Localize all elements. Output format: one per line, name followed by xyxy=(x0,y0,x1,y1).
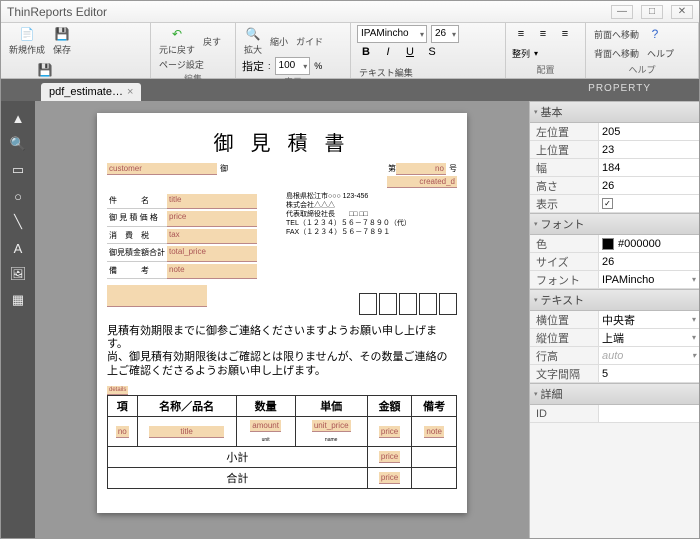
prop-fontsize[interactable]: 26 xyxy=(598,253,699,270)
ellipse-tool[interactable]: ○ xyxy=(1,183,35,209)
zoomin-button[interactable]: 🔍拡大 xyxy=(242,25,264,57)
property-panel-title: PROPERTY xyxy=(578,79,691,98)
guide-button[interactable]: ガイド xyxy=(294,34,325,49)
date-field[interactable]: created_d xyxy=(387,176,457,188)
prop-top[interactable]: 23 xyxy=(598,141,699,158)
prop-color[interactable]: #000000 xyxy=(598,235,699,252)
window-title: ThinReports Editor xyxy=(7,5,107,19)
document-tab[interactable]: pdf_estimate…× xyxy=(41,83,141,101)
pointer-tool[interactable]: ▲ xyxy=(1,105,35,131)
minimize-button[interactable]: ― xyxy=(611,5,633,19)
maximize-button[interactable]: □ xyxy=(641,5,663,19)
prop-lineheight[interactable]: auto xyxy=(598,347,699,364)
customer-field[interactable]: customer xyxy=(107,163,217,175)
section-basic[interactable]: 基本 xyxy=(530,101,699,123)
line-tool[interactable]: ╲ xyxy=(1,209,35,235)
zoomout-button[interactable]: 縮小 xyxy=(268,34,290,49)
image-tool[interactable]: 🖼 xyxy=(1,261,35,287)
strike-button[interactable]: S xyxy=(423,43,441,61)
text-tool[interactable]: A xyxy=(1,235,35,261)
prop-halign[interactable]: 中央寄 xyxy=(598,311,699,328)
stamp-boxes xyxy=(359,293,457,315)
undo-button[interactable]: ↶元に戻す xyxy=(157,25,197,57)
section-font[interactable]: フォント xyxy=(530,213,699,235)
close-button[interactable]: ✕ xyxy=(671,5,693,19)
note-box[interactable] xyxy=(107,285,207,307)
section-text[interactable]: テキスト xyxy=(530,289,699,311)
underline-button[interactable]: U xyxy=(401,43,419,61)
bold-button[interactable]: B xyxy=(357,43,375,61)
prop-valign[interactable]: 上端 xyxy=(598,329,699,346)
field-title[interactable]: title xyxy=(167,194,257,209)
font-select[interactable]: IPAMincho xyxy=(357,25,427,43)
group-align-label: 配置 xyxy=(512,63,579,76)
field-note[interactable]: note xyxy=(167,264,257,279)
field-total_price[interactable]: total_price xyxy=(167,246,257,261)
help-button[interactable]: ? xyxy=(645,25,665,43)
italic-button[interactable]: I xyxy=(379,43,397,61)
new-button[interactable]: 📄新規作成 xyxy=(7,25,47,57)
prop-left[interactable]: 205 xyxy=(598,123,699,140)
company-address: 島根県松江市○○○ 123-456株式会社△△△代表取締役社長 □□ □□TEL… xyxy=(286,192,457,281)
pagesetup-button[interactable]: ページ設定 xyxy=(157,57,206,72)
prop-height[interactable]: 26 xyxy=(598,177,699,194)
rect-tool[interactable]: ▭ xyxy=(1,157,35,183)
align-left-button[interactable]: ≡ xyxy=(512,25,530,43)
save-button[interactable]: 💾保存 xyxy=(51,25,73,57)
field-tax[interactable]: tax xyxy=(167,229,257,244)
no-field[interactable]: no xyxy=(396,163,446,175)
list-tool[interactable]: ▦ xyxy=(1,287,35,313)
group-help-label: ヘルプ xyxy=(592,63,692,76)
field-price[interactable]: price xyxy=(167,211,257,226)
zoom-select[interactable]: 100 xyxy=(275,57,311,75)
items-table: 項名称／品名数量単価金額備考 no title amountunit unit_… xyxy=(107,395,457,489)
redo-button[interactable]: 戻す xyxy=(201,34,223,49)
align-center-button[interactable]: ≡ xyxy=(534,25,552,43)
property-panel: 基本 左位置205 上位置23 幅184 高さ26 表示✓ フォント 色#000… xyxy=(529,101,699,538)
align-right-button[interactable]: ≡ xyxy=(556,25,574,43)
prop-fontfamily[interactable]: IPAMincho xyxy=(598,271,699,288)
prop-id[interactable] xyxy=(598,405,699,422)
prop-show-checkbox[interactable]: ✓ xyxy=(602,198,613,209)
zoom-tool[interactable]: 🔍 xyxy=(1,131,35,157)
section-advanced[interactable]: 詳細 xyxy=(530,383,699,405)
canvas-area[interactable]: 御 見 積 書 customer 御 第no 号 created_d 件 名ti… xyxy=(35,101,529,538)
note-text: 見積有効期限までに御参ご連絡くださいますようお願い申し上げます。尚、御見積有効期… xyxy=(107,325,457,378)
report-page: 御 見 積 書 customer 御 第no 号 created_d 件 名ti… xyxy=(97,113,467,513)
doc-title[interactable]: 御 見 積 書 xyxy=(107,127,457,156)
bring-front-button[interactable]: 前面へ移動 xyxy=(592,27,641,42)
send-back-button[interactable]: 背面へ移動 xyxy=(592,46,641,61)
prop-width[interactable]: 184 xyxy=(598,159,699,176)
textedit-button[interactable]: テキスト編集 xyxy=(357,65,415,80)
prop-spacing[interactable]: 5 xyxy=(598,365,699,382)
fontsize-select[interactable]: 26 xyxy=(431,25,459,43)
tab-close-icon[interactable]: × xyxy=(127,86,133,98)
